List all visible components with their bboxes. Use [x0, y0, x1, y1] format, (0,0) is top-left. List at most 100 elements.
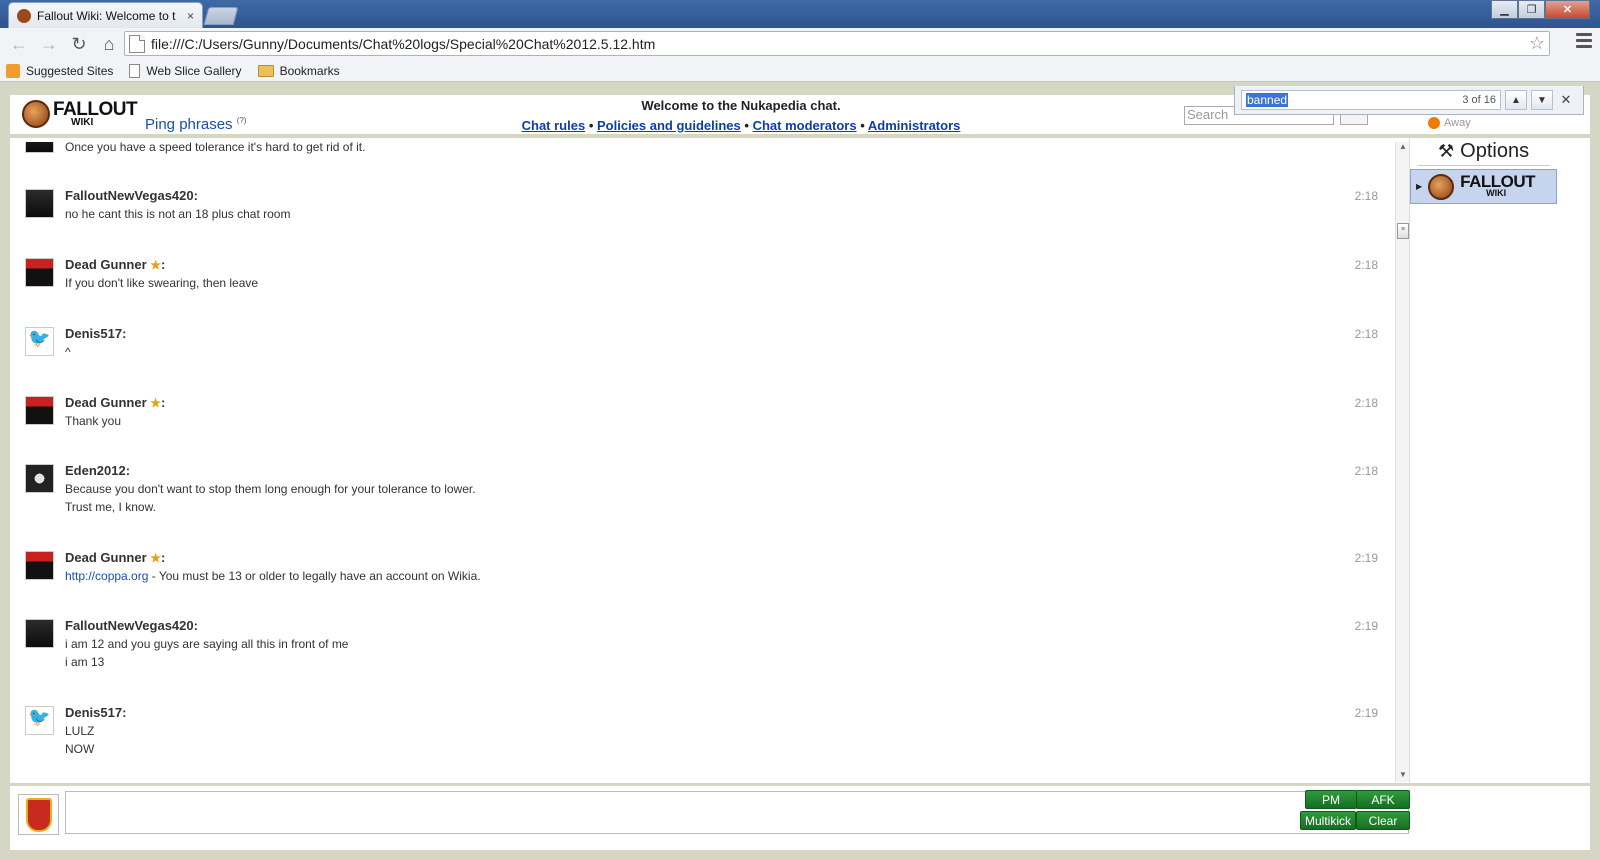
chat-message: Dead Gunner ★: 2:18 If you don't like sw… — [10, 257, 1396, 318]
tools-icon: ⚒ — [1438, 141, 1455, 161]
user-status: Away — [1428, 117, 1471, 129]
tab-title: Fallout Wiki: Welcome to t — [37, 8, 176, 23]
user-avatar[interactable] — [25, 189, 54, 218]
message-line-with-link: http://coppa.org - You must be 13 or old… — [65, 567, 481, 585]
moderator-star-icon: ★ — [150, 396, 162, 410]
scroll-thumb[interactable]: ≡ — [1397, 223, 1409, 239]
url-text[interactable]: file:///C:/Users/Gunny/Documents/Chat%20… — [151, 36, 655, 52]
ping-help[interactable]: (?) — [237, 116, 247, 125]
wiki-logo[interactable]: FALLOUT WIKI — [22, 100, 138, 128]
message-scrollbar[interactable]: ▲ ≡ ▼ — [1395, 142, 1409, 782]
chat-moderators-link[interactable]: Chat moderators — [753, 118, 857, 133]
administrators-link[interactable]: Administrators — [868, 118, 960, 133]
find-input[interactable]: banned 3 of 16 — [1241, 90, 1501, 110]
username[interactable]: Denis517: — [65, 326, 126, 341]
forward-arrow-icon[interactable]: → — [36, 31, 62, 57]
user-avatar[interactable] — [25, 464, 54, 493]
user-avatar[interactable] — [25, 258, 54, 287]
find-close-icon[interactable]: ✕ — [1557, 92, 1575, 108]
room-wiki: WIKI — [1486, 187, 1507, 198]
rank-chevron-icon — [25, 797, 52, 832]
room-logo-text: FALLOUT WIKI — [1460, 173, 1535, 198]
moderator-star-icon: ★ — [150, 551, 162, 565]
window-controls: ▁ ❐ ✕ — [1491, 0, 1590, 19]
suggested-sites-icon — [6, 63, 20, 78]
find-next-icon[interactable]: ▼ — [1531, 90, 1553, 110]
username-text: Dead Gunner — [65, 395, 147, 410]
username[interactable]: Dead Gunner ★: — [65, 395, 165, 410]
browser-titlebar: Fallout Wiki: Welcome to t × ▁ ❐ ✕ — [0, 0, 1600, 28]
message-text: If you don't like swearing, then leave — [65, 274, 258, 292]
status-label: Away — [1444, 117, 1471, 129]
bookmark-folder[interactable]: Bookmarks — [257, 64, 340, 78]
tab-close-icon[interactable]: × — [187, 9, 194, 23]
bookmark-suggested-sites[interactable]: Suggested Sites — [6, 63, 113, 78]
message-line: i am 13 — [65, 655, 105, 669]
pm-button[interactable]: PM — [1305, 790, 1357, 809]
message-line: Trust me, I know. — [65, 500, 156, 514]
message-text: ^ — [65, 343, 71, 361]
username[interactable]: Dead Gunner ★: — [65, 550, 165, 565]
maximize-icon[interactable]: ❐ — [1518, 0, 1545, 19]
username[interactable]: Denis517: — [65, 705, 126, 720]
bookmark-star-icon[interactable]: ☆ — [1529, 33, 1545, 54]
find-query[interactable]: banned — [1246, 93, 1289, 107]
message-input[interactable] — [65, 791, 1409, 834]
mod-colon: : — [161, 395, 166, 410]
username[interactable]: FalloutNewVegas420: — [65, 188, 198, 203]
browser-tab[interactable]: Fallout Wiki: Welcome to t × — [8, 2, 203, 28]
folder-icon — [257, 64, 274, 77]
username[interactable]: FalloutNewVegas420: — [65, 618, 198, 633]
self-avatar[interactable] — [18, 794, 59, 835]
bookmark-label: Web Slice Gallery — [146, 63, 242, 78]
ping-phrases-link[interactable]: Ping phrases (?) — [145, 116, 247, 133]
reload-icon[interactable]: ↻ — [66, 31, 92, 57]
room-selector[interactable]: ▶ FALLOUT WIKI — [1410, 169, 1557, 204]
user-avatar[interactable] — [25, 327, 54, 356]
user-avatar[interactable] — [25, 551, 54, 580]
message-time: 2:19 — [1354, 706, 1378, 720]
user-avatar[interactable] — [25, 142, 54, 153]
message-list[interactable]: Once you have a speed tolerance it's har… — [10, 142, 1396, 782]
find-previous-icon[interactable]: ▲ — [1505, 90, 1527, 110]
minimize-icon[interactable]: ▁ — [1491, 0, 1518, 19]
username[interactable]: Eden2012: — [65, 463, 130, 478]
multikick-button[interactable]: Multikick — [1300, 811, 1356, 830]
user-avatar[interactable] — [25, 396, 54, 425]
username-text: Dead Gunner — [65, 550, 147, 565]
home-icon[interactable]: ⌂ — [96, 31, 122, 57]
scroll-up-icon[interactable]: ▲ — [1396, 142, 1410, 154]
nuka-cola-badge-icon — [1428, 173, 1455, 200]
scroll-down-icon[interactable]: ▼ — [1396, 770, 1410, 782]
chat-rules-link[interactable]: Chat rules — [522, 118, 586, 133]
moderator-star-icon: ★ — [150, 258, 162, 272]
message-line: Thank you — [65, 414, 122, 428]
new-tab-button[interactable] — [203, 7, 239, 25]
back-arrow-icon[interactable]: ← — [6, 31, 32, 57]
policies-link[interactable]: Policies and guidelines — [597, 118, 741, 133]
message-line: Once you have a speed tolerance it's har… — [65, 142, 366, 154]
user-avatar[interactable] — [25, 619, 54, 648]
mod-colon: : — [161, 550, 166, 565]
chat-message: Denis517: 2:19 LULZ NOW — [10, 705, 1396, 782]
topic-links: Chat rules • Policies and guidelines • C… — [410, 118, 1072, 133]
menu-wrench-icon[interactable] — [1576, 33, 1592, 49]
ping-phrases-label: Ping phrases — [145, 116, 233, 133]
user-avatar[interactable] — [25, 706, 54, 735]
chat-message: Once you have a speed tolerance it's har… — [10, 142, 1396, 174]
message-line: NOW — [65, 742, 95, 756]
close-window-icon[interactable]: ✕ — [1545, 0, 1590, 19]
expand-arrow-icon[interactable]: ▶ — [1416, 182, 1422, 191]
clear-button[interactable]: Clear — [1356, 811, 1410, 830]
bookmark-web-slice-gallery[interactable]: Web Slice Gallery — [129, 63, 242, 78]
chat-message: FalloutNewVegas420: 2:18 no he cant this… — [10, 188, 1396, 249]
address-bar[interactable]: file:///C:/Users/Gunny/Documents/Chat%20… — [124, 31, 1550, 56]
options-button[interactable]: ⚒ Options — [1418, 138, 1550, 166]
message-text: Thank you — [65, 412, 121, 430]
username[interactable]: Dead Gunner ★: — [65, 257, 165, 272]
coppa-link[interactable]: http://coppa.org — [65, 569, 148, 583]
chat-topic: Welcome to the Nukapedia chat. Chat rule… — [410, 98, 1072, 133]
chat-page: FALLOUT WIKI Ping phrases (?) Welcome to… — [10, 95, 1590, 850]
afk-button[interactable]: AFK — [1356, 790, 1410, 809]
chat-message: Eden2012: 2:18 Because you don't want to… — [10, 463, 1396, 542]
